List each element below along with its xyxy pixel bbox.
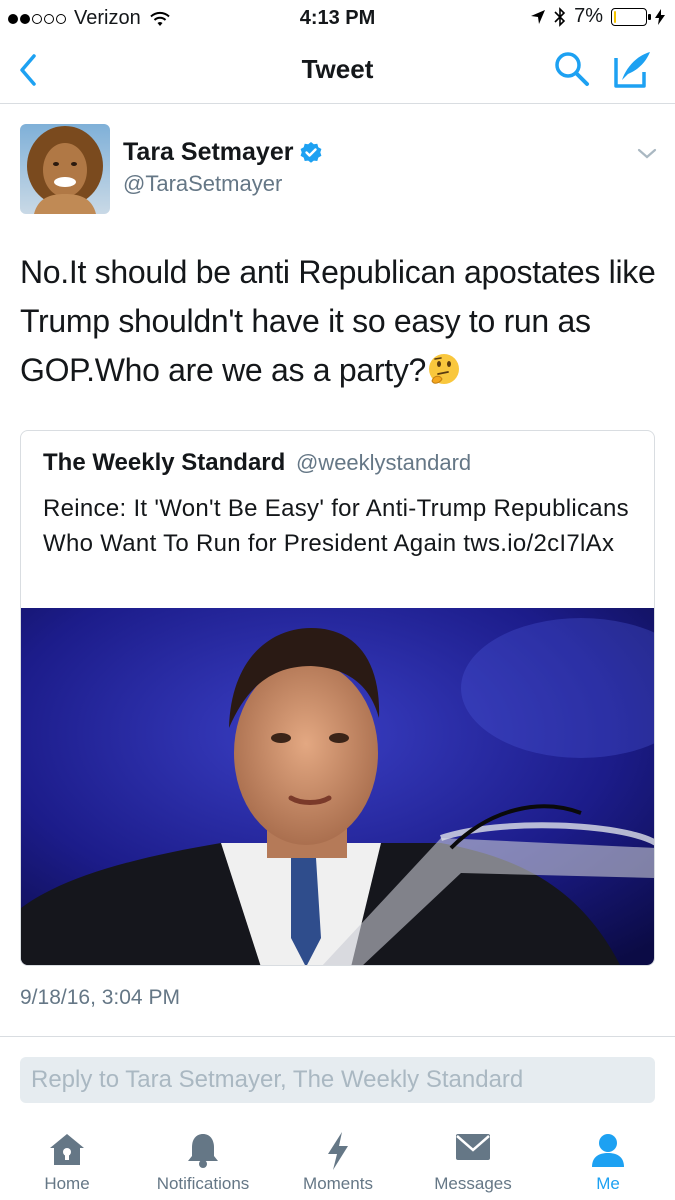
navigation-bar: Tweet bbox=[0, 36, 675, 104]
verified-badge-icon bbox=[301, 141, 322, 163]
tab-me[interactable]: Me bbox=[563, 1120, 653, 1200]
reply-input[interactable] bbox=[20, 1057, 655, 1103]
author-handle[interactable]: @TaraSetmayer bbox=[123, 171, 282, 197]
home-icon bbox=[50, 1134, 84, 1165]
quoted-tweet-text: Reince: It 'Won't Be Easy' for Anti-Trum… bbox=[43, 495, 629, 557]
tab-home[interactable]: Home bbox=[17, 1120, 117, 1200]
tab-bar: Home Notifications Moments Messages Me bbox=[0, 1120, 675, 1200]
quoted-author: The Weekly Standard @weeklystandard bbox=[43, 449, 471, 477]
tab-notifications-label: Notifications bbox=[156, 1174, 250, 1193]
author-name[interactable]: Tara Setmayer bbox=[123, 138, 323, 167]
charging-bolt-icon bbox=[655, 8, 665, 25]
lightning-icon bbox=[328, 1132, 348, 1170]
quoted-tweet-card[interactable]: The Weekly Standard @weeklystandard Rein… bbox=[20, 430, 655, 966]
location-arrow-icon bbox=[531, 9, 546, 24]
quoted-author-name: The Weekly Standard bbox=[43, 449, 286, 476]
tab-notifications[interactable]: Notifications bbox=[143, 1120, 263, 1200]
author-name-text: Tara Setmayer bbox=[123, 138, 294, 166]
tweet-body: No.It should be anti Republican apostate… bbox=[20, 254, 656, 388]
tweet-text: No.It should be anti Republican apostate… bbox=[20, 248, 660, 395]
person-icon bbox=[592, 1134, 624, 1167]
quoted-tweet-photo[interactable] bbox=[21, 608, 655, 966]
author-avatar[interactable] bbox=[20, 124, 110, 214]
chevron-down-icon[interactable] bbox=[636, 146, 658, 162]
tab-moments[interactable]: Moments bbox=[288, 1120, 388, 1200]
tab-messages-label: Messages bbox=[434, 1174, 512, 1193]
reply-box[interactable] bbox=[20, 1057, 655, 1103]
battery-icon bbox=[611, 7, 651, 26]
bluetooth-icon bbox=[554, 6, 566, 27]
quoted-author-handle: @weeklystandard bbox=[295, 450, 472, 475]
tab-messages[interactable]: Messages bbox=[423, 1120, 523, 1200]
tab-home-label: Home bbox=[44, 1174, 90, 1193]
bell-icon bbox=[188, 1134, 218, 1168]
tweet-timestamp: 9/18/16, 3:04 PM bbox=[20, 986, 180, 1009]
tab-moments-label: Moments bbox=[303, 1174, 373, 1193]
thinking-face-icon bbox=[429, 354, 460, 384]
battery-percent: 7% bbox=[574, 5, 603, 27]
compose-icon[interactable] bbox=[612, 48, 654, 90]
search-icon[interactable] bbox=[553, 50, 591, 88]
envelope-icon bbox=[456, 1134, 490, 1160]
tab-me-label: Me bbox=[596, 1174, 620, 1193]
status-bar: Verizon 4:13 PM 7% bbox=[0, 0, 675, 36]
divider bbox=[0, 1036, 675, 1037]
